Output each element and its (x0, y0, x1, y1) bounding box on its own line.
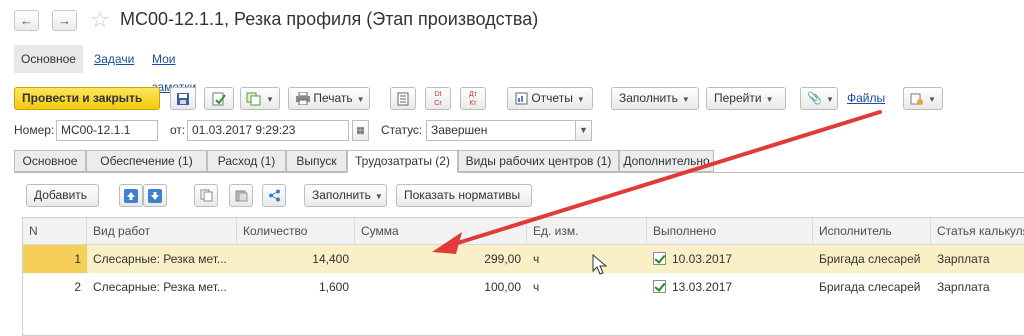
annotation-arrow-line (446, 110, 882, 248)
annotation-overlay (432, 110, 882, 275)
annotation-arrow-head (432, 232, 462, 254)
mouse-cursor-icon (592, 253, 608, 275)
